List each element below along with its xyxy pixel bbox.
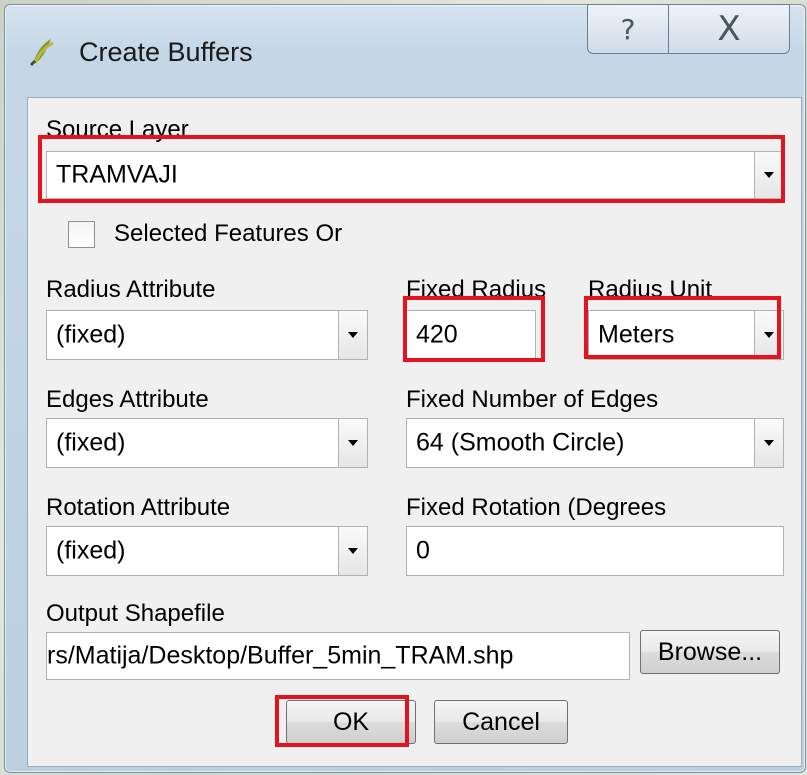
rotation-attribute-value: (fixed) [56, 536, 126, 565]
window-title: Create Buffers [79, 37, 253, 67]
radius-attribute-combo[interactable]: (fixed) [46, 310, 368, 360]
output-shapefile-input[interactable]: rs/Matija/Desktop/Buffer_5min_TRAM.shp [46, 632, 630, 680]
selected-features-label: Selected Features Or [114, 220, 343, 247]
title-bar: Create Buffers ? X [5, 4, 805, 95]
radius-attribute-label: Radius Attribute [46, 276, 216, 303]
output-shapefile-label: Output Shapefile [46, 600, 225, 627]
fixed-edges-label: Fixed Number of Edges [406, 386, 659, 413]
source-layer-label: Source Layer [46, 116, 189, 143]
fixed-edges-combo[interactable]: 64 (Smooth Circle) [406, 418, 784, 468]
radius-unit-combo[interactable]: Meters [588, 310, 784, 360]
cancel-button[interactable]: Cancel [434, 700, 568, 744]
chevron-down-icon[interactable] [754, 311, 783, 359]
fixed-radius-label: Fixed Radius [406, 276, 547, 303]
chevron-down-icon[interactable] [338, 527, 367, 575]
fixed-rotation-label: Fixed Rotation (Degrees [406, 494, 667, 521]
selected-features-checkbox[interactable] [68, 221, 95, 248]
chevron-down-icon[interactable] [338, 419, 367, 467]
fixed-rotation-value: 0 [416, 536, 430, 565]
dialog-content: Source Layer TRAMVAJI Selected Features … [27, 97, 802, 767]
ok-button[interactable]: OK [286, 700, 416, 744]
qgis-plugin-icon [29, 39, 54, 67]
fixed-radius-value: 420 [416, 320, 458, 349]
fixed-radius-input[interactable]: 420 [406, 310, 536, 360]
help-button[interactable]: ? [587, 4, 669, 54]
edges-attribute-combo[interactable]: (fixed) [46, 418, 368, 468]
rotation-attribute-combo[interactable]: (fixed) [46, 526, 368, 576]
help-icon: ? [620, 12, 636, 46]
radius-unit-value: Meters [598, 320, 675, 349]
source-layer-combo[interactable]: TRAMVAJI [46, 151, 784, 199]
source-layer-value: TRAMVAJI [56, 160, 178, 189]
chevron-down-icon[interactable] [338, 311, 367, 359]
fixed-edges-value: 64 (Smooth Circle) [416, 428, 625, 457]
dialog-window: Create Buffers ? X Source Layer TRAMVAJI… [4, 4, 806, 773]
browse-button[interactable]: Browse... [640, 630, 780, 674]
output-shapefile-value: rs/Matija/Desktop/Buffer_5min_TRAM.shp [47, 641, 514, 670]
radius-unit-label: Radius Unit [588, 276, 713, 303]
edges-attribute-value: (fixed) [56, 428, 126, 457]
chevron-down-icon[interactable] [754, 152, 783, 198]
radius-attribute-value: (fixed) [56, 320, 126, 349]
rotation-attribute-label: Rotation Attribute [46, 494, 231, 521]
close-icon: X [717, 9, 741, 49]
edges-attribute-label: Edges Attribute [46, 386, 209, 413]
fixed-rotation-input[interactable]: 0 [406, 526, 784, 576]
chevron-down-icon[interactable] [754, 419, 783, 467]
close-button[interactable]: X [668, 4, 790, 54]
